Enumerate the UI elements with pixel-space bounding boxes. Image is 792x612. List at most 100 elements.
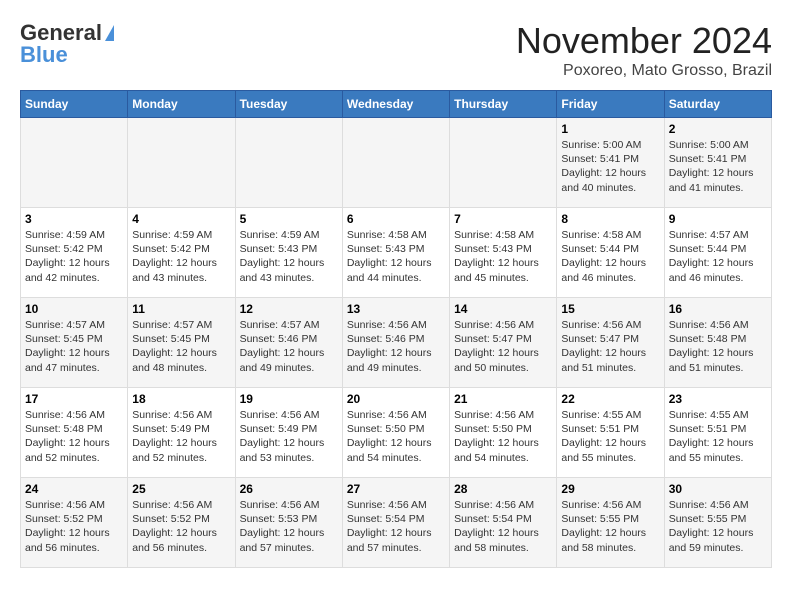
day-info: Sunrise: 4:57 AM Sunset: 5:46 PM Dayligh… <box>240 318 338 375</box>
day-cell: 17 Sunrise: 4:56 AM Sunset: 5:48 PM Dayli… <box>21 388 128 478</box>
day-number: 7 <box>454 212 552 226</box>
day-info: Sunrise: 4:56 AM Sunset: 5:49 PM Dayligh… <box>132 408 230 465</box>
day-info: Sunrise: 4:58 AM Sunset: 5:43 PM Dayligh… <box>347 228 445 285</box>
day-cell: 5 Sunrise: 4:59 AM Sunset: 5:43 PM Daylig… <box>235 208 342 298</box>
day-number: 5 <box>240 212 338 226</box>
day-info: Sunrise: 4:58 AM Sunset: 5:43 PM Dayligh… <box>454 228 552 285</box>
day-cell: 2 Sunrise: 5:00 AM Sunset: 5:41 PM Daylig… <box>664 118 771 208</box>
page-title: November 2024 <box>516 20 772 62</box>
calendar-header-row: SundayMondayTuesdayWednesdayThursdayFrid… <box>21 91 772 118</box>
day-number: 23 <box>669 392 767 406</box>
day-info: Sunrise: 4:59 AM Sunset: 5:43 PM Dayligh… <box>240 228 338 285</box>
day-cell <box>342 118 449 208</box>
day-info: Sunrise: 4:59 AM Sunset: 5:42 PM Dayligh… <box>25 228 123 285</box>
week-row-2: 3Sunrise: 4:59 AM Sunset: 5:42 PM Daylig… <box>21 208 772 298</box>
day-number: 4 <box>132 212 230 226</box>
day-cell: 13 Sunrise: 4:56 AM Sunset: 5:46 PM Dayli… <box>342 298 449 388</box>
day-number: 22 <box>561 392 659 406</box>
day-info: Sunrise: 4:55 AM Sunset: 5:51 PM Dayligh… <box>669 408 767 465</box>
day-number: 28 <box>454 482 552 496</box>
header-thursday: Thursday <box>450 91 557 118</box>
header-monday: Monday <box>128 91 235 118</box>
day-cell <box>128 118 235 208</box>
header-saturday: Saturday <box>664 91 771 118</box>
day-cell: 10 Sunrise: 4:57 AM Sunset: 5:45 PM Dayli… <box>21 298 128 388</box>
day-info: Sunrise: 4:56 AM Sunset: 5:48 PM Dayligh… <box>25 408 123 465</box>
day-number: 10 <box>25 302 123 316</box>
page-header: General Blue November 2024 Poxoreo, Mato… <box>20 20 772 80</box>
calendar-table: SundayMondayTuesdayWednesdayThursdayFrid… <box>20 90 772 568</box>
day-cell: 7 Sunrise: 4:58 AM Sunset: 5:43 PM Daylig… <box>450 208 557 298</box>
day-number: 20 <box>347 392 445 406</box>
header-wednesday: Wednesday <box>342 91 449 118</box>
day-cell: 4 Sunrise: 4:59 AM Sunset: 5:42 PM Daylig… <box>128 208 235 298</box>
day-number: 17 <box>25 392 123 406</box>
logo-blue: Blue <box>20 42 68 68</box>
day-number: 27 <box>347 482 445 496</box>
week-row-3: 10 Sunrise: 4:57 AM Sunset: 5:45 PM Dayli… <box>21 298 772 388</box>
day-info: Sunrise: 4:56 AM Sunset: 5:52 PM Dayligh… <box>25 498 123 555</box>
day-cell: 12 Sunrise: 4:57 AM Sunset: 5:46 PM Dayli… <box>235 298 342 388</box>
day-number: 24 <box>25 482 123 496</box>
day-cell: 19 Sunrise: 4:56 AM Sunset: 5:49 PM Dayli… <box>235 388 342 478</box>
day-cell: 28 Sunrise: 4:56 AM Sunset: 5:54 PM Dayli… <box>450 478 557 568</box>
day-info: Sunrise: 5:00 AM Sunset: 5:41 PM Dayligh… <box>561 138 659 195</box>
day-cell: 21Sunrise: 4:56 AM Sunset: 5:50 PM Dayli… <box>450 388 557 478</box>
day-info: Sunrise: 4:56 AM Sunset: 5:49 PM Dayligh… <box>240 408 338 465</box>
page-subtitle: Poxoreo, Mato Grosso, Brazil <box>516 62 772 80</box>
day-cell: 25 Sunrise: 4:56 AM Sunset: 5:52 PM Dayli… <box>128 478 235 568</box>
logo: General Blue <box>20 20 114 68</box>
day-cell: 11Sunrise: 4:57 AM Sunset: 5:45 PM Dayli… <box>128 298 235 388</box>
day-info: Sunrise: 4:56 AM Sunset: 5:50 PM Dayligh… <box>454 408 552 465</box>
week-row-5: 24 Sunrise: 4:56 AM Sunset: 5:52 PM Dayli… <box>21 478 772 568</box>
day-number: 30 <box>669 482 767 496</box>
day-info: Sunrise: 4:56 AM Sunset: 5:47 PM Dayligh… <box>454 318 552 375</box>
day-info: Sunrise: 4:56 AM Sunset: 5:54 PM Dayligh… <box>454 498 552 555</box>
day-number: 6 <box>347 212 445 226</box>
day-cell: 6 Sunrise: 4:58 AM Sunset: 5:43 PM Daylig… <box>342 208 449 298</box>
day-cell: 16 Sunrise: 4:56 AM Sunset: 5:48 PM Dayli… <box>664 298 771 388</box>
day-number: 2 <box>669 122 767 136</box>
day-number: 19 <box>240 392 338 406</box>
day-info: Sunrise: 4:56 AM Sunset: 5:47 PM Dayligh… <box>561 318 659 375</box>
week-row-1: 1 Sunrise: 5:00 AM Sunset: 5:41 PM Daylig… <box>21 118 772 208</box>
day-number: 16 <box>669 302 767 316</box>
day-number: 29 <box>561 482 659 496</box>
day-info: Sunrise: 4:56 AM Sunset: 5:53 PM Dayligh… <box>240 498 338 555</box>
day-info: Sunrise: 4:59 AM Sunset: 5:42 PM Dayligh… <box>132 228 230 285</box>
day-cell: 20 Sunrise: 4:56 AM Sunset: 5:50 PM Dayli… <box>342 388 449 478</box>
day-number: 13 <box>347 302 445 316</box>
day-info: Sunrise: 4:56 AM Sunset: 5:54 PM Dayligh… <box>347 498 445 555</box>
day-info: Sunrise: 4:56 AM Sunset: 5:48 PM Dayligh… <box>669 318 767 375</box>
day-cell: 26Sunrise: 4:56 AM Sunset: 5:53 PM Dayli… <box>235 478 342 568</box>
day-number: 8 <box>561 212 659 226</box>
week-row-4: 17 Sunrise: 4:56 AM Sunset: 5:48 PM Dayli… <box>21 388 772 478</box>
day-number: 1 <box>561 122 659 136</box>
day-number: 25 <box>132 482 230 496</box>
day-number: 12 <box>240 302 338 316</box>
day-number: 15 <box>561 302 659 316</box>
day-cell: 24 Sunrise: 4:56 AM Sunset: 5:52 PM Dayli… <box>21 478 128 568</box>
day-cell: 27 Sunrise: 4:56 AM Sunset: 5:54 PM Dayli… <box>342 478 449 568</box>
day-number: 14 <box>454 302 552 316</box>
day-number: 11 <box>132 302 230 316</box>
day-info: Sunrise: 5:00 AM Sunset: 5:41 PM Dayligh… <box>669 138 767 195</box>
day-info: Sunrise: 4:57 AM Sunset: 5:45 PM Dayligh… <box>25 318 123 375</box>
day-cell: 8Sunrise: 4:58 AM Sunset: 5:44 PM Daylig… <box>557 208 664 298</box>
day-info: Sunrise: 4:56 AM Sunset: 5:52 PM Dayligh… <box>132 498 230 555</box>
day-number: 18 <box>132 392 230 406</box>
day-cell: 23 Sunrise: 4:55 AM Sunset: 5:51 PM Dayli… <box>664 388 771 478</box>
day-cell <box>21 118 128 208</box>
day-cell: 22Sunrise: 4:55 AM Sunset: 5:51 PM Dayli… <box>557 388 664 478</box>
day-info: Sunrise: 4:57 AM Sunset: 5:44 PM Dayligh… <box>669 228 767 285</box>
day-cell: 29 Sunrise: 4:56 AM Sunset: 5:55 PM Dayli… <box>557 478 664 568</box>
logo-triangle-icon <box>105 25 114 41</box>
day-cell: 1 Sunrise: 5:00 AM Sunset: 5:41 PM Daylig… <box>557 118 664 208</box>
day-info: Sunrise: 4:56 AM Sunset: 5:55 PM Dayligh… <box>561 498 659 555</box>
title-block: November 2024 Poxoreo, Mato Grosso, Braz… <box>516 20 772 80</box>
day-cell: 18 Sunrise: 4:56 AM Sunset: 5:49 PM Dayli… <box>128 388 235 478</box>
day-info: Sunrise: 4:56 AM Sunset: 5:46 PM Dayligh… <box>347 318 445 375</box>
day-cell <box>235 118 342 208</box>
day-info: Sunrise: 4:56 AM Sunset: 5:55 PM Dayligh… <box>669 498 767 555</box>
day-info: Sunrise: 4:56 AM Sunset: 5:50 PM Dayligh… <box>347 408 445 465</box>
